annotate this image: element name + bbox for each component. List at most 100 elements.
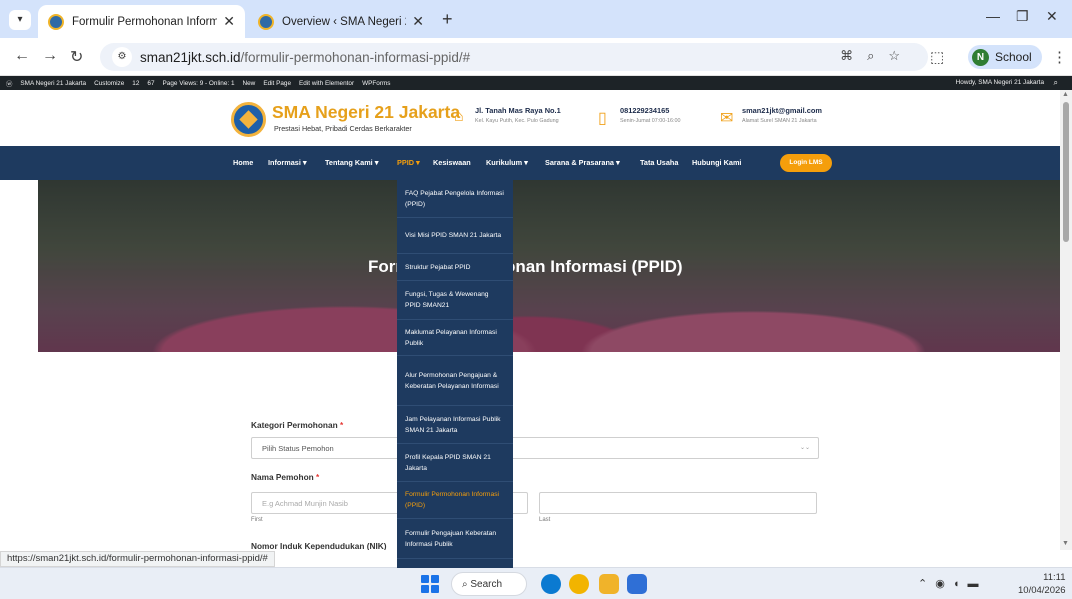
chevron-down-icon: ⌄⌄ (799, 445, 810, 451)
nav-home[interactable]: Home (233, 158, 253, 167)
wp-wpforms-link[interactable]: WPForms (362, 80, 390, 87)
windows-start-icon[interactable] (421, 575, 439, 593)
tab-search-menu-button[interactable]: ▾ (9, 10, 31, 30)
wp-customize-link[interactable]: Customize (94, 80, 124, 87)
browser-menu-icon[interactable]: ⋮ (1052, 48, 1067, 66)
dropdown-item-jam-pelayanan[interactable]: Jam Pelayanan Informasi Publik SMAN 21 J… (397, 406, 513, 444)
email-main: sman21jkt@gmail.com (742, 106, 822, 115)
address-toolbar: ← → ↻ ⚙ sman21jkt.sch.id/formulir-permoh… (0, 38, 1072, 76)
extensions-icon[interactable]: ⬚ (930, 48, 944, 66)
reload-icon[interactable]: ↻ (70, 47, 83, 67)
minimize-icon[interactable]: — (986, 8, 1000, 24)
close-icon[interactable]: ✕ (223, 13, 235, 30)
chrome-app-icon[interactable] (569, 574, 589, 594)
dropdown-item-formulir-keberatan[interactable]: Formulir Pengajuan Keberatan Informasi P… (397, 519, 513, 559)
system-tray[interactable]: ⌃◉◖▬ (918, 577, 986, 590)
building-icon: ⌂ (454, 108, 464, 125)
wp-page-views[interactable]: Page Views: 9 - Online: 1 (163, 80, 235, 87)
address-sub: Kel. Kayu Putih, Kec. Pulo Gadung (475, 118, 559, 124)
kategori-label-text: Kategori Permohonan (251, 420, 338, 430)
search-icon[interactable]: ⌕ (1054, 78, 1058, 88)
address-main: Jl. Tanah Mas Raya No.1 (475, 106, 561, 115)
school-logo[interactable] (231, 102, 266, 137)
window-close-icon[interactable]: ✕ (1046, 8, 1058, 25)
site-header: SMA Negeri 21 Jakarta Prestasi Hebat, Pr… (0, 90, 1060, 146)
page-scrollbar[interactable]: ▲ ▼ (1060, 90, 1072, 550)
taskbar-search[interactable]: ⌕ Search (451, 572, 527, 596)
dropdown-item-alur[interactable]: Alur Permohonan Pengajuan & Keberatan Pe… (397, 356, 513, 406)
main-navbar: Home Informasi ▾ Tentang Kami ▾ PPID ▾ K… (0, 146, 1060, 180)
clock-date: 10/04/2026 (1018, 585, 1066, 596)
avatar: N (972, 48, 989, 66)
nav-hubungi-kami[interactable]: Hubungi Kami (692, 158, 741, 167)
dropdown-item-faq[interactable]: FAQ Pejabat Pengelola Informasi (PPID) (397, 180, 513, 218)
store-app-icon[interactable] (627, 574, 647, 594)
site-info-icon[interactable]: ⚙ (112, 47, 132, 67)
nav-sarana-prasarana[interactable]: Sarana & Prasarana ▾ (545, 158, 620, 167)
taskbar-clock[interactable]: 11:11 10/04/2026 (1018, 571, 1066, 597)
nav-tata-usaha[interactable]: Tata Usaha (640, 158, 678, 167)
nik-label: Nomor Induk Kependudukan (NIK) (251, 541, 387, 550)
nav-informasi[interactable]: Informasi ▾ (268, 158, 307, 167)
nav-tentang-kami[interactable]: Tentang Kami ▾ (325, 158, 378, 167)
restore-icon[interactable]: ❐ (1016, 8, 1029, 25)
email-sub: Alamat Surel SMAN 21 Jakarta (742, 118, 817, 124)
kategori-select[interactable]: Pilih Status Pemohon ⌄⌄ (251, 437, 819, 459)
back-arrow-icon[interactable]: ← (14, 47, 30, 65)
web-page: SMA Negeri 21 Jakarta Prestasi Hebat, Pr… (0, 90, 1060, 550)
profile-button[interactable]: N School (968, 45, 1042, 69)
scroll-up-icon[interactable]: ▲ (1062, 91, 1069, 98)
site-favicon-icon (258, 13, 274, 30)
dropdown-item-fungsi[interactable]: Fungsi, Tugas & Wewenang PPID SMAN21 (397, 281, 513, 320)
new-tab-button[interactable]: + (442, 9, 453, 30)
school-name[interactable]: SMA Negeri 21 Jakarta (272, 102, 460, 123)
tab-title: Overview ‹ SMA Negeri 21 Jakarta (282, 15, 406, 28)
last-name-input[interactable] (539, 492, 817, 514)
dropdown-item-maklumat[interactable]: Maklumat Pelayanan Informasi Publik (397, 320, 513, 356)
phone-main: 081229234165 (620, 106, 670, 115)
scroll-down-icon[interactable]: ▼ (1062, 540, 1069, 547)
address-bar[interactable]: ⚙ sman21jkt.sch.id/formulir-permohonan-i… (100, 43, 928, 71)
url-path: /formulir-permohonan-informasi-ppid/# (240, 49, 471, 65)
omnibox-actions[interactable]: ⌘⌕☆ (840, 48, 914, 64)
wp-comments-count[interactable]: 67 (147, 80, 154, 87)
wp-site-link[interactable]: SMA Negeri 21 Jakarta (20, 80, 86, 87)
dropdown-item-struktur[interactable]: Struktur Pejabat PPID (397, 254, 513, 281)
tab-inactive[interactable]: Overview ‹ SMA Negeri 21 Jakarta ✕ (248, 5, 434, 38)
forward-arrow-icon[interactable]: → (42, 47, 58, 65)
nav-kesiswaan[interactable]: Kesiswaan (433, 158, 471, 167)
dropdown-item-formulir-permohonan[interactable]: Formulir Permohonan Informasi (PPID) (397, 482, 513, 519)
wp-new-link[interactable]: New (243, 80, 256, 87)
kategori-label: Kategori Permohonan * (251, 420, 343, 430)
required-mark: * (339, 420, 344, 430)
edge-app-icon[interactable] (541, 574, 561, 594)
dropdown-item-visi-misi[interactable]: Visi Misi PPID SMAN 21 Jakarta (397, 218, 513, 254)
url-host: sman21jkt.sch.id (140, 49, 241, 65)
search-icon: ⌕ (462, 578, 471, 590)
phone-icon: ▯ (598, 110, 607, 127)
browser-tab-strip: ▾ Formulir Permohonan Informasi ✕ Overvi… (0, 0, 1072, 38)
tab-active[interactable]: Formulir Permohonan Informasi ✕ (38, 5, 245, 38)
clock-time: 11:11 (1043, 572, 1066, 583)
wordpress-icon[interactable]: ⓦ (6, 79, 12, 88)
wp-howdy-user[interactable]: Howdy, SMA Negeri 21 Jakarta (956, 79, 1044, 86)
wp-edit-page-link[interactable]: Edit Page (263, 80, 291, 87)
first-sublabel: First (251, 517, 263, 523)
school-tagline: Prestasi Hebat, Pribadi Cerdas Berkarakt… (274, 124, 412, 133)
login-lms-button[interactable]: Login LMS (780, 154, 832, 172)
tab-title: Formulir Permohonan Informasi (72, 15, 218, 28)
wp-elementor-link[interactable]: Edit with Elementor (299, 80, 354, 87)
nav-kurikulum[interactable]: Kurikulum ▾ (486, 158, 528, 167)
required-mark: * (316, 472, 320, 482)
wp-updates-count[interactable]: 12 (132, 80, 139, 87)
site-favicon-icon (48, 13, 64, 30)
first-name-placeholder: E.g Achmad Munjin Nasib (262, 499, 348, 508)
close-icon[interactable]: ✕ (412, 13, 424, 30)
dropdown-item-profil-kepala[interactable]: Profil Kepala PPID SMAN 21 Jakarta (397, 444, 513, 482)
file-explorer-icon[interactable] (599, 574, 619, 594)
os-taskbar: ⌕ Search ⌃◉◖▬ 11:11 10/04/2026 (0, 567, 1072, 599)
phone-sub: Senin-Jumat 07:00-16:00 (620, 118, 681, 124)
scrollbar-thumb[interactable] (1063, 102, 1069, 242)
profile-label: School (995, 50, 1032, 64)
nav-ppid[interactable]: PPID ▾ (397, 158, 420, 167)
